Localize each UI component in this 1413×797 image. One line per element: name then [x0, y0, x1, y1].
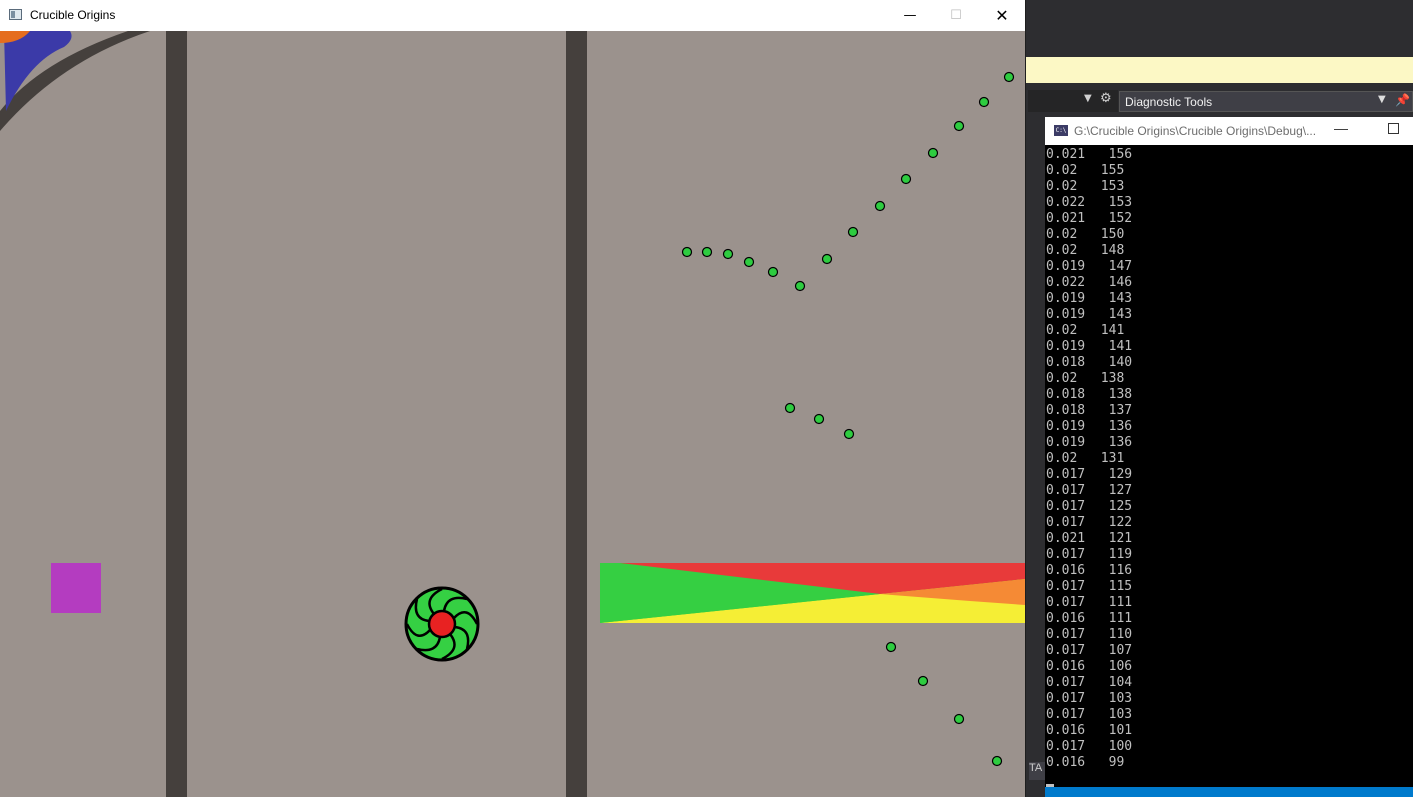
console-line: 0.02 153: [1046, 179, 1125, 194]
console-line: 0.017 111: [1046, 595, 1133, 610]
side-tab-label[interactable]: TA: [1029, 762, 1045, 780]
pin-icon[interactable]: 📌: [1395, 93, 1410, 107]
console-titlebar[interactable]: C:\ G:\Crucible Origins\Crucible Origins…: [1045, 117, 1413, 145]
console-line: 0.019 147: [1046, 259, 1133, 274]
console-line: 0.017 129: [1046, 467, 1133, 482]
wall-right: [566, 31, 587, 797]
console-line: 0.019 136: [1046, 435, 1133, 450]
console-line: 0.017 119: [1046, 547, 1133, 562]
console-line: 0.02 155: [1046, 163, 1125, 178]
console-line: 0.017 104: [1046, 675, 1133, 690]
info-bar: [1026, 57, 1413, 83]
enemy-dot: [978, 96, 990, 108]
console-line: 0.016 106: [1046, 659, 1133, 674]
console-line: 0.019 141: [1046, 339, 1133, 354]
wall-left: [166, 31, 187, 797]
enemy-dot: [874, 200, 886, 212]
enemy-dot: [767, 266, 779, 278]
diagnostic-tools-tab[interactable]: Diagnostic Tools ▼ 📌: [1119, 91, 1413, 112]
console-line: 0.017 115: [1046, 579, 1133, 594]
console-line: 0.021 156: [1046, 147, 1133, 162]
console-line: 0.017 122: [1046, 515, 1133, 530]
console-output: 0.021 156 0.02 155 0.02 153 0.022 153 0.021 …: [1046, 147, 1132, 771]
console-line: 0.02 150: [1046, 227, 1125, 242]
console-line: 0.019 136: [1046, 419, 1133, 434]
app-window-icon: [9, 9, 22, 20]
enemy-dot: [681, 246, 693, 258]
console-line: 0.018 138: [1046, 387, 1133, 402]
console-line: 0.02 138: [1046, 371, 1125, 386]
game-titlebar[interactable]: Crucible Origins — ☐ ✕: [0, 0, 1025, 31]
console-line: 0.017 103: [1046, 707, 1133, 722]
game-scene: [0, 31, 1025, 797]
enemy-dot: [821, 253, 833, 265]
enemy-dot: [991, 755, 1003, 767]
console-line: 0.022 146: [1046, 275, 1133, 290]
enemy-dot: [784, 402, 796, 414]
console-line: 0.02 131: [1046, 451, 1125, 466]
enemy-dot: [743, 256, 755, 268]
enemy-dot: [722, 248, 734, 260]
status-bar: [1045, 787, 1413, 797]
enemy-dot: [794, 280, 806, 292]
enemy-dot: [813, 413, 825, 425]
minimize-button[interactable]: —: [887, 0, 933, 31]
enemy-dot: [953, 713, 965, 725]
console-line: 0.017 107: [1046, 643, 1133, 658]
enemy-dot: [701, 246, 713, 258]
console-line: 0.016 99: [1046, 755, 1125, 770]
console-line: 0.016 101: [1046, 723, 1133, 738]
console-line: 0.017 103: [1046, 691, 1133, 706]
maximize-button[interactable]: ☐: [933, 0, 979, 31]
console-app-icon: C:\: [1054, 125, 1068, 136]
enemy-dot: [953, 120, 965, 132]
game-canvas[interactable]: [0, 31, 1025, 797]
console-line: 0.019 143: [1046, 291, 1133, 306]
enemy-dot: [847, 226, 859, 238]
console-line: 0.017 127: [1046, 483, 1133, 498]
enemy-dot: [927, 147, 939, 159]
console-line: 0.021 121: [1046, 531, 1133, 546]
enemy-dot: [900, 173, 912, 185]
gradient-bar: [600, 563, 1025, 623]
enemy-dot: [843, 428, 855, 440]
dropdown-arrow-icon[interactable]: ▼: [1084, 93, 1092, 104]
console-line: 0.016 111: [1046, 611, 1133, 626]
console-window: C:\ G:\Crucible Origins\Crucible Origins…: [1045, 117, 1413, 797]
gear-icon[interactable]: ⚙: [1100, 91, 1112, 106]
enemy-dot: [1003, 71, 1015, 83]
console-line: 0.018 137: [1046, 403, 1133, 418]
console-line: 0.021 152: [1046, 211, 1133, 226]
diagnostic-tools-label: Diagnostic Tools: [1125, 95, 1213, 109]
close-button[interactable]: ✕: [979, 0, 1025, 31]
game-title: Crucible Origins: [30, 8, 116, 22]
pickup-square: [51, 563, 101, 613]
console-line: 0.02 148: [1046, 243, 1125, 258]
console-line: 0.017 110: [1046, 627, 1133, 642]
player: [404, 586, 480, 662]
console-line: 0.016 116: [1046, 563, 1133, 578]
console-maximize-button[interactable]: [1388, 123, 1399, 134]
enemy-dot: [917, 675, 929, 687]
console-line: 0.017 100: [1046, 739, 1133, 754]
console-minimize-button[interactable]: —: [1334, 120, 1348, 136]
console-line: 0.022 153: [1046, 195, 1133, 210]
enemy-dot: [885, 641, 897, 653]
console-line: 0.018 140: [1046, 355, 1133, 370]
game-window: Crucible Origins — ☐ ✕: [0, 0, 1026, 797]
console-line: 0.02 141: [1046, 323, 1125, 338]
console-line: 0.019 143: [1046, 307, 1133, 322]
console-line: 0.017 125: [1046, 499, 1133, 514]
console-path-title: G:\Crucible Origins\Crucible Origins\Deb…: [1074, 124, 1317, 138]
chevron-down-icon[interactable]: ▼: [1378, 94, 1386, 105]
